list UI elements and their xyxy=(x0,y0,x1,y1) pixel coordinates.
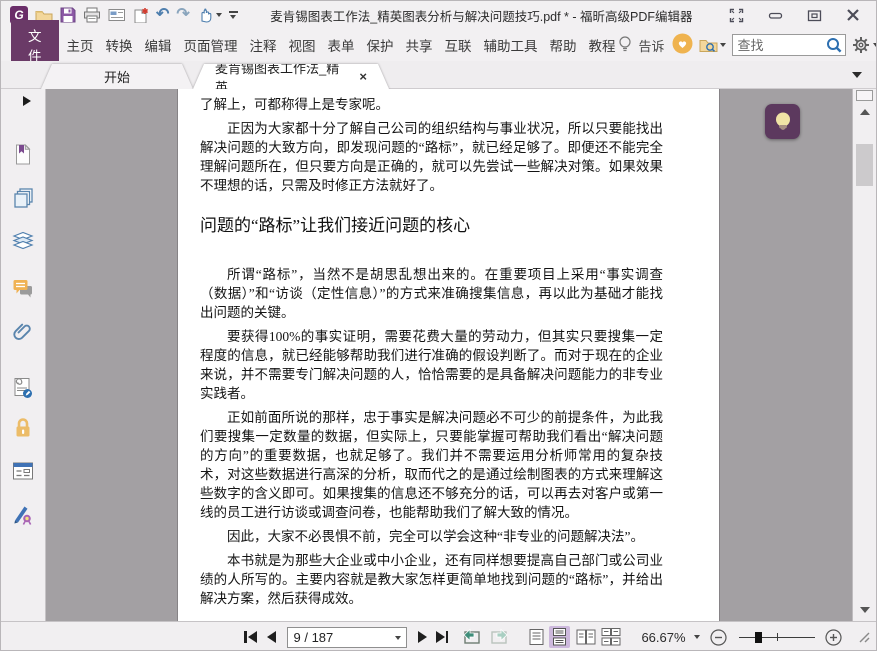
undo-icon[interactable]: ↶ xyxy=(156,5,169,25)
sign-icon[interactable] xyxy=(12,503,34,525)
create-from-clipboard-icon[interactable] xyxy=(133,5,149,25)
next-page-button[interactable] xyxy=(417,631,427,643)
tell-me-label[interactable]: 告诉 xyxy=(639,36,666,55)
email-icon[interactable] xyxy=(108,5,126,25)
previous-view-icon[interactable] xyxy=(461,628,482,646)
next-view-icon[interactable] xyxy=(489,628,510,646)
tab-edit[interactable]: 编辑 xyxy=(144,31,173,59)
page-content: 了解上，可都称得上是专家呢。 正因为大家都十分了解自己公司的组织结构与事业状况，… xyxy=(178,89,719,621)
redo-icon[interactable]: ↷ xyxy=(176,5,189,25)
menu-bar: 文件 主页 转换 编辑 页面管理 注释 视图 表单 保护 共享 互联 辅助工具 … xyxy=(1,20,876,70)
document-view-area[interactable]: 了解上，可都称得上是专家呢。 正因为大家都十分了解自己公司的组织结构与事业状况，… xyxy=(46,89,852,621)
doc-paragraph: 因此，大家不必畏惧不前，完全可以学会这种“非专业的问题解决法”。 xyxy=(227,529,644,544)
bookmarks-icon[interactable] xyxy=(12,143,34,165)
zoom-out-button[interactable] xyxy=(709,628,727,646)
title-bar: G ↶ ↷ 麦肯锡图表工作法_精英图表分析与解决问题技巧.pdf * - 福昕高… xyxy=(1,1,876,29)
tab-start-label: 开始 xyxy=(103,70,130,85)
zoom-level[interactable]: 66.67% xyxy=(641,630,685,645)
page-thumbnails-icon[interactable] xyxy=(12,186,34,208)
last-page-button[interactable] xyxy=(435,631,448,643)
digital-signatures-icon[interactable] xyxy=(12,377,34,399)
save-icon[interactable] xyxy=(60,5,76,25)
tab-view[interactable]: 视图 xyxy=(288,31,317,59)
tab-share[interactable]: 共享 xyxy=(405,31,434,59)
application-window: G ↶ ↷ 麦肯锡图表工作法_精英图表分析与解决问题技巧.pdf * - 福昕高… xyxy=(0,0,877,651)
tab-start[interactable]: 开始 xyxy=(41,64,193,89)
status-bar: 66.67% xyxy=(1,621,876,650)
doc-paragraph: 正因为大家都十分了解自己公司的组织结构与事业状况，所以只要能找出解决问题的大致方… xyxy=(200,121,663,193)
favorite-heart-icon[interactable] xyxy=(672,33,693,57)
doc-paragraph: 本书就是为那些大企业或中小企业，还有同样想要提高自己部门或公司业绩的人所写的。主… xyxy=(200,553,663,606)
first-page-button[interactable] xyxy=(244,631,257,643)
doc-paragraph: 正如前面所说的那样，忠于事实是解决问题必不可少的前提条件，为此我们要搜集一定数量… xyxy=(200,410,663,520)
tab-close-icon[interactable]: × xyxy=(359,70,367,83)
scroll-up-icon[interactable] xyxy=(860,109,870,115)
zoom-in-button[interactable] xyxy=(825,628,842,646)
search-folder-icon[interactable] xyxy=(699,37,726,53)
assistant-button[interactable] xyxy=(765,104,800,139)
doc-heading: 问题的“路标”让我们接近问题的核心 xyxy=(200,216,471,235)
tab-connect[interactable]: 互联 xyxy=(444,31,473,59)
tab-accessibility[interactable]: 辅助工具 xyxy=(483,31,539,59)
page-number-input[interactable] xyxy=(286,626,407,648)
pdf-page[interactable]: 了解上，可都称得上是专家呢。 正因为大家都十分了解自己公司的组织结构与事业状况，… xyxy=(178,89,719,621)
customize-toolbar-icon[interactable] xyxy=(228,5,238,25)
continuous-layout-icon[interactable] xyxy=(548,626,570,648)
ribbon-tabs: 主页 转换 编辑 页面管理 注释 视图 表单 保护 共享 互联 辅助工具 帮助 … xyxy=(66,31,617,59)
attachments-icon[interactable] xyxy=(12,321,34,343)
zoom-slider[interactable] xyxy=(738,630,816,644)
window-controls xyxy=(705,8,876,23)
search-box xyxy=(731,34,846,57)
tab-list-caret-icon[interactable] xyxy=(852,72,862,78)
tab-convert[interactable]: 转换 xyxy=(105,31,134,59)
vertical-scrollbar[interactable] xyxy=(852,89,876,621)
layers-icon[interactable] xyxy=(12,229,34,251)
tab-form[interactable]: 表单 xyxy=(327,31,356,59)
tab-comment[interactable]: 注释 xyxy=(249,31,278,59)
document-tab-bar: 开始 麦肯锡图表工作法_精英... × xyxy=(1,61,876,89)
restore-icon[interactable] xyxy=(807,8,822,23)
settings-gear-icon[interactable] xyxy=(852,36,876,54)
window-title: 麦肯锡图表工作法_精英图表分析与解决问题技巧.pdf * - 福昕高级PDF编辑… xyxy=(270,9,693,24)
scrollbar-thumb[interactable] xyxy=(856,144,873,186)
print-icon[interactable] xyxy=(83,5,101,25)
scroll-down-icon[interactable] xyxy=(860,607,870,613)
previous-page-button[interactable] xyxy=(266,631,276,643)
scrollbar-collapse-button[interactable] xyxy=(856,90,873,101)
tab-help[interactable]: 帮助 xyxy=(549,31,578,59)
lightbulb-icon xyxy=(775,112,790,129)
security-icon[interactable] xyxy=(12,417,34,439)
tab-protect[interactable]: 保护 xyxy=(366,31,395,59)
main-area: 了解上，可都称得上是专家呢。 正因为大家都十分了解自己公司的组织结构与事业状况，… xyxy=(1,89,876,621)
comments-icon[interactable] xyxy=(12,277,34,299)
tab-document[interactable]: 麦肯锡图表工作法_精英... × xyxy=(193,64,389,89)
tab-tutorial[interactable]: 教程 xyxy=(588,31,617,59)
doc-paragraph: 所谓“路标”，当然不是胡思乱想出来的。在重要项目上采用“事实调查（数据）”和“访… xyxy=(200,267,663,320)
close-icon[interactable] xyxy=(846,8,860,22)
single-page-layout-icon[interactable] xyxy=(526,626,547,648)
menu-bar-right: 告诉 xyxy=(617,33,876,57)
page-dropdown-caret-icon[interactable] xyxy=(394,635,401,640)
doc-paragraph: 要获得100%的事实证明，需要花费大量的劳动力，但其实只要搜集一定程度的信息，就… xyxy=(200,329,663,401)
hand-tool-caret-icon[interactable] xyxy=(215,13,222,17)
zoom-slider-knob[interactable] xyxy=(755,631,763,643)
zoom-dropdown-caret-icon[interactable] xyxy=(693,635,700,639)
page-number-box xyxy=(286,626,407,648)
navigation-sidebar xyxy=(1,89,46,621)
tell-me-bulb-icon xyxy=(617,35,633,56)
facing-continuous-layout-icon[interactable] xyxy=(601,626,622,648)
facing-layout-icon[interactable] xyxy=(576,626,597,648)
hand-tool-icon[interactable] xyxy=(197,5,222,25)
expand-panel-icon[interactable] xyxy=(23,96,31,106)
zoom-slider-tick xyxy=(776,633,779,641)
tab-organize[interactable]: 页面管理 xyxy=(183,31,239,59)
switch-view-icon[interactable] xyxy=(729,8,744,23)
form-fields-icon[interactable] xyxy=(12,460,34,482)
minimize-icon[interactable] xyxy=(768,8,783,23)
resize-grip-icon[interactable] xyxy=(856,629,870,646)
doc-paragraph: 了解上，可都称得上是专家呢。 xyxy=(200,97,389,112)
tab-home[interactable]: 主页 xyxy=(66,31,95,59)
search-icon[interactable] xyxy=(826,37,843,57)
